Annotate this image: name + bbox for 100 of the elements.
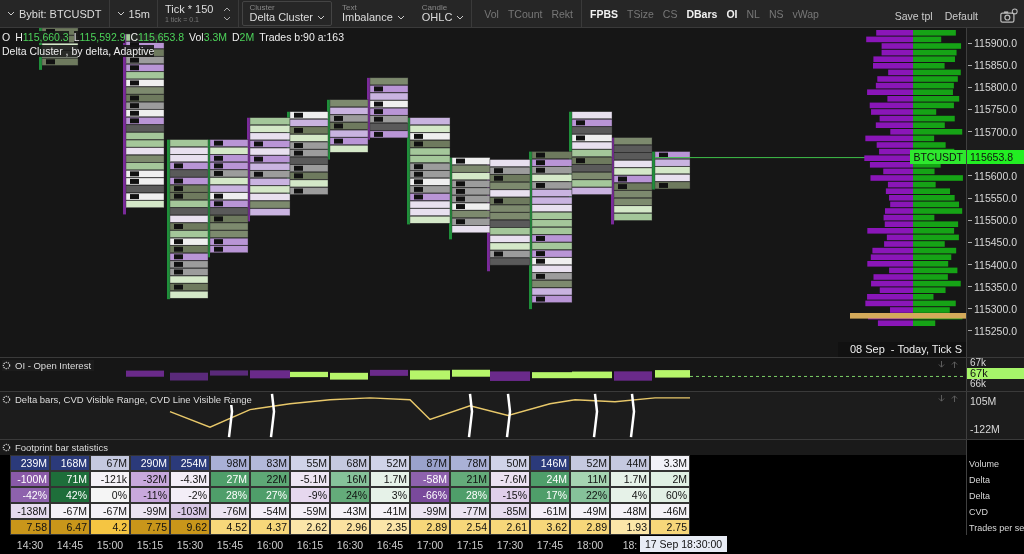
table-cell: 146M — [530, 455, 570, 471]
table-cell: -43M — [330, 503, 370, 519]
settings-icon[interactable] — [2, 395, 11, 404]
down-arrow-icon[interactable] — [938, 395, 945, 402]
table-cell: 50M — [490, 455, 530, 471]
price-axis-label: 115400.0 — [974, 258, 1017, 271]
table-cell: 4.37 — [250, 519, 290, 535]
price-axis-label: 115850.0 — [974, 59, 1017, 72]
table-cell: -67M — [90, 503, 130, 519]
up-chevron-icon[interactable] — [223, 6, 232, 12]
table-cell: 60% — [650, 487, 690, 503]
crosshair-time-label: 17 Sep 18:30:00 — [640, 536, 728, 552]
toggle-button[interactable]: Vol — [484, 7, 499, 20]
time-axis-label: 17:45 — [536, 538, 564, 551]
settings-icon[interactable] — [2, 361, 11, 370]
up-arrow-icon[interactable] — [951, 395, 958, 402]
table-cell: -48M — [610, 503, 650, 519]
row-label: Trades per se — [968, 522, 1024, 535]
table-cell: 83M — [250, 455, 290, 471]
table-cell: -15% — [490, 487, 530, 503]
table-cell: 67M — [90, 455, 130, 471]
table-cell: 44M — [610, 455, 650, 471]
toolbar-action-button[interactable]: Save tpl — [894, 9, 933, 22]
dropdown[interactable]: Cluster Delta Cluster — [242, 1, 332, 26]
pane-title: Delta bars, CVD Visible Range, CVD Line Visible Range — [15, 394, 252, 405]
table-cell: -5.1M — [290, 471, 330, 487]
indicator-label: Delta Cluster , by delta, Adaptive — [2, 45, 155, 57]
camera-icon[interactable] — [1000, 8, 1018, 23]
time-axis-label: 17:15 — [456, 538, 484, 551]
price-axis-label: 115700.0 — [974, 125, 1017, 138]
price-axis-label: 115350.0 — [974, 280, 1017, 293]
table-cell: 2.35 — [370, 519, 410, 535]
up-arrow-icon[interactable] — [951, 361, 958, 368]
dropdown[interactable]: Text Imbalance — [335, 1, 412, 26]
table-cell: -58M — [410, 471, 450, 487]
table-cell: 1.93 — [610, 519, 650, 535]
ohlc-value: D2M — [231, 31, 255, 43]
price-axis-label: 115250.0 — [974, 324, 1017, 337]
row-label: CVD — [968, 506, 989, 519]
tick-size-value[interactable]: Tick * 150 — [164, 4, 214, 16]
table-cell: 3.3M — [650, 455, 690, 471]
time-axis-label: 17:00 — [416, 538, 444, 551]
table-cell: 168M — [50, 455, 90, 471]
ohlc-value: O — [2, 31, 11, 43]
down-arrow-icon[interactable] — [938, 361, 945, 368]
table-cell: 7.75 — [130, 519, 170, 535]
table-cell: -42% — [10, 487, 50, 503]
price-axis-label: 115500.0 — [974, 214, 1017, 227]
row-label: Delta — [968, 490, 991, 503]
table-cell: -138M — [10, 503, 50, 519]
table-cell: -99M — [410, 503, 450, 519]
table-cell: 16M — [330, 471, 370, 487]
pane-title: Footprint bar statistics — [15, 442, 108, 453]
table-cell: 24M — [530, 471, 570, 487]
ohlc-value: Vol3.3M — [189, 31, 227, 43]
table-cell: 2.62 — [290, 519, 330, 535]
axis-label: 105M — [970, 395, 998, 407]
time-axis-label: 18: — [622, 538, 638, 551]
symbol-dropdown[interactable]: Bybit: BTCUSDT — [0, 0, 110, 27]
table-cell: -76M — [210, 503, 250, 519]
time-axis-label: 15:00 — [96, 538, 124, 551]
table-cell: 27% — [250, 487, 290, 503]
table-cell: 3% — [370, 487, 410, 503]
toggle-button[interactable]: NL — [746, 7, 760, 20]
table-cell: 2.89 — [570, 519, 610, 535]
table-cell: 6.47 — [50, 519, 90, 535]
table-cell: 254M — [170, 455, 210, 471]
dropdown[interactable]: Candle OHLC — [414, 1, 472, 26]
axis-label: 67k — [970, 358, 988, 368]
table-cell: -66% — [410, 487, 450, 503]
table-cell: 2.61 — [490, 519, 530, 535]
price-axis-label: 115300.0 — [974, 302, 1017, 315]
price-axis-label: 115800.0 — [974, 81, 1017, 94]
table-cell: 22% — [570, 487, 610, 503]
toolbar-action-button[interactable]: Default — [944, 9, 978, 22]
table-cell: 52M — [570, 455, 610, 471]
table-cell: -99M — [130, 503, 170, 519]
time-axis-label: 14:45 — [56, 538, 84, 551]
table-cell: 3.62 — [530, 519, 570, 535]
toggle-button[interactable]: OI — [726, 7, 738, 20]
timeframe-dropdown[interactable]: 15m — [109, 0, 158, 27]
table-cell: 2M — [650, 471, 690, 487]
table-cell: -67M — [50, 503, 90, 519]
toggle-button[interactable]: DBars — [686, 7, 718, 20]
table-cell: 290M — [130, 455, 170, 471]
table-cell: -49M — [570, 503, 610, 519]
down-chevron-icon[interactable] — [223, 15, 232, 21]
time-axis-label: 16:15 — [296, 538, 324, 551]
price-axis-label: 115900.0 — [974, 37, 1017, 49]
table-cell: -11% — [130, 487, 170, 503]
open-interest-badge: 67k — [967, 368, 1024, 379]
table-cell: 42% — [50, 487, 90, 503]
price-axis-label: 115550.0 — [974, 192, 1017, 205]
table-cell: 2.89 — [410, 519, 450, 535]
table-cell: 4.2 — [90, 519, 130, 535]
toggle-button[interactable]: FPBS — [590, 7, 618, 20]
settings-icon[interactable] — [2, 443, 11, 452]
table-cell: -100M — [10, 471, 50, 487]
table-cell: -61M — [530, 503, 570, 519]
table-cell: 87M — [410, 455, 450, 471]
